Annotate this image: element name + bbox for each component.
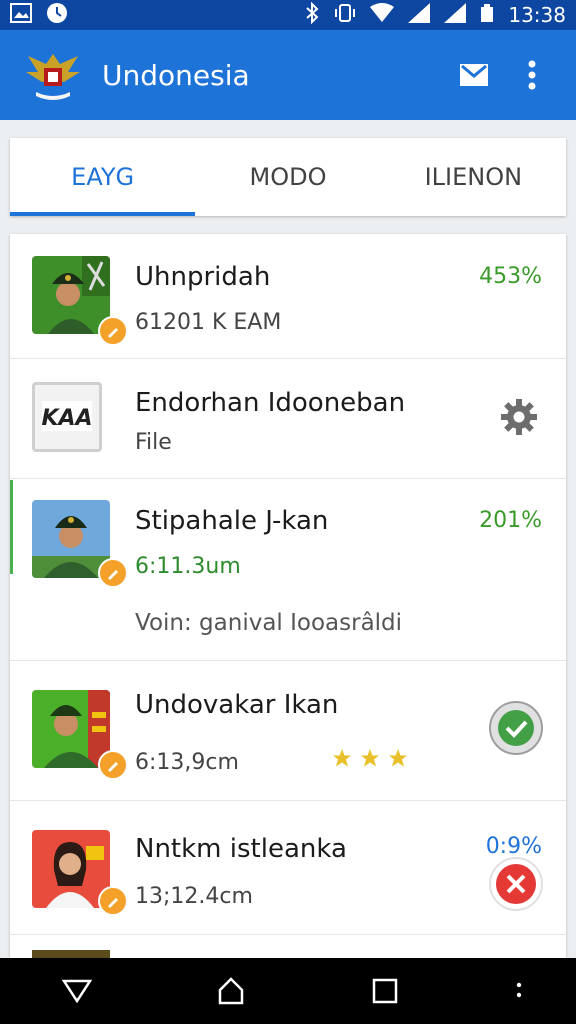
item-list: Uhnpridah 61201 K EAM 453% KAA Endorhan …	[10, 234, 566, 970]
tab-eayg[interactable]: EAYG	[10, 138, 196, 216]
item-subtitle: 13;12.4cm	[135, 884, 253, 909]
item-title: Uhnpridah	[135, 262, 271, 292]
status-bar: 13:38	[0, 0, 576, 30]
garuda-emblem-icon	[24, 46, 82, 104]
more-icon[interactable]	[509, 961, 529, 1021]
edit-badge-icon	[98, 886, 128, 916]
battery-icon	[480, 3, 494, 28]
list-item[interactable]: KAA Endorhan Idooneban File	[10, 358, 566, 479]
tab-modo[interactable]: MODO	[195, 138, 380, 216]
back-icon[interactable]	[47, 961, 107, 1021]
vibrate-icon	[334, 2, 356, 29]
item-percent: 453%	[479, 264, 542, 289]
star-icon	[361, 749, 379, 767]
signal-icon-2	[444, 2, 467, 28]
edit-badge-icon	[98, 316, 128, 346]
tab-ilienon[interactable]: ILIENON	[381, 138, 566, 216]
cancel-fab-icon[interactable]	[488, 856, 544, 917]
list-item[interactable]: Uhnpridah 61201 K EAM 453%	[10, 234, 566, 359]
system-nav-bar	[0, 958, 576, 1024]
star-icon	[389, 749, 407, 767]
item-description: Voin: ganival Iooasrâldi	[135, 610, 403, 636]
list-item[interactable]: Nntkm istleanka 13;12.4cm 0:9%	[10, 800, 566, 935]
kaa-logo: KAA	[32, 382, 102, 452]
edit-badge-icon	[98, 558, 128, 588]
status-time: 13:38	[508, 3, 566, 27]
tab-bar: EAYG MODO ILIENON	[10, 138, 566, 216]
item-subtitle: 61201 K EAM	[135, 310, 282, 335]
app-bar: Undonesia	[0, 30, 576, 120]
rating-stars	[332, 748, 408, 768]
clock-icon	[46, 2, 68, 29]
check-circle-icon[interactable]	[488, 700, 544, 761]
soldier-avatar	[32, 690, 110, 768]
item-percent: 201%	[479, 508, 542, 533]
item-title: Nntkm istleanka	[135, 834, 347, 864]
item-title: Undovakar Ikan	[135, 690, 339, 720]
mail-icon[interactable]	[454, 55, 494, 95]
list-item[interactable]: Stipahale J-kan 6:11.3um 201% Voin: gani…	[10, 478, 566, 661]
app-title: Undonesia	[102, 58, 250, 92]
list-item[interactable]: Undovakar Ikan 6:13,9cm	[10, 660, 566, 801]
bluetooth-icon	[304, 1, 320, 29]
gallery-icon	[10, 2, 32, 28]
recents-icon[interactable]	[355, 961, 415, 1021]
kaa-logo-text: KAA	[41, 406, 92, 431]
more-vert-icon[interactable]	[512, 55, 552, 95]
wifi-icon	[370, 2, 395, 28]
item-title: Endorhan Idooneban	[135, 388, 406, 418]
home-icon[interactable]	[201, 961, 261, 1021]
item-subtitle: File	[135, 430, 172, 455]
item-subtitle: 6:11.3um	[135, 554, 241, 579]
star-icon	[333, 749, 351, 767]
gear-icon[interactable]	[500, 398, 538, 441]
edit-badge-icon	[98, 750, 128, 780]
item-subtitle: 6:13,9cm	[135, 750, 239, 775]
signal-icon	[408, 2, 431, 28]
soldier-avatar	[32, 256, 110, 334]
item-title: Stipahale J-kan	[135, 506, 329, 536]
